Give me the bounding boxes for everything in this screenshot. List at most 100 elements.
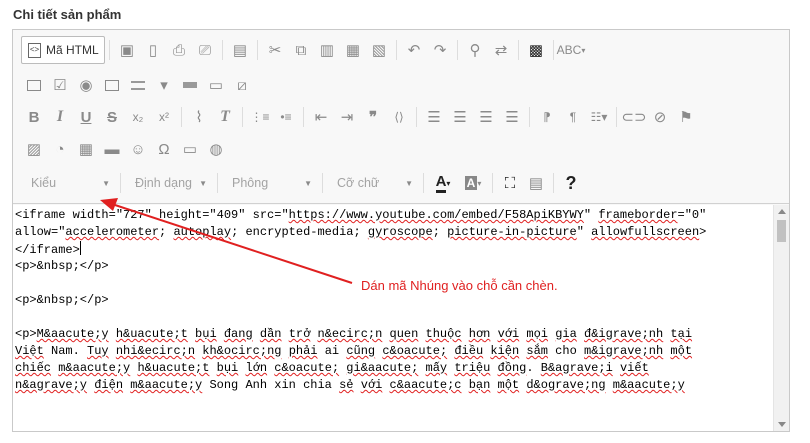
toolbar-separator bbox=[222, 40, 223, 60]
code-line[interactable] bbox=[15, 309, 771, 326]
special-char-icon[interactable]: Ω bbox=[151, 137, 177, 161]
bulleted-list-icon[interactable]: •≡ bbox=[273, 105, 299, 129]
align-justify-icon[interactable]: ☰ bbox=[499, 105, 525, 129]
align-right-icon[interactable]: ☰ bbox=[473, 105, 499, 129]
text-field-icon[interactable] bbox=[99, 73, 125, 97]
misspelled-token: https://www.youtube.com/embed/F58ApiKBYW… bbox=[288, 208, 584, 222]
image-icon[interactable]: ▨ bbox=[21, 137, 47, 161]
code-line[interactable]: allow="accelerometer; autoplay; encrypte… bbox=[15, 224, 771, 241]
hidden-field-icon[interactable]: ⧄ bbox=[229, 73, 255, 97]
text-color-icon[interactable]: A ▾ bbox=[428, 171, 458, 195]
undo-icon[interactable]: ↶ bbox=[401, 38, 427, 62]
font-combo[interactable]: Phông ▼ bbox=[222, 171, 318, 195]
font-size-combo[interactable]: Cỡ chữ ▼ bbox=[327, 171, 419, 195]
paste-word-icon[interactable]: ▧ bbox=[366, 38, 392, 62]
code-line[interactable]: <p>&nbsp;</p> bbox=[15, 258, 771, 275]
iframe-globe-icon[interactable]: ◍ bbox=[203, 137, 229, 161]
bold-icon[interactable]: B bbox=[21, 105, 47, 129]
superscript-icon[interactable]: x² bbox=[151, 105, 177, 129]
help-icon[interactable]: ? bbox=[558, 171, 584, 195]
code-line[interactable]: </iframe> bbox=[15, 241, 771, 258]
misspelled-token: trở bbox=[288, 327, 311, 341]
spellcheck-icon[interactable]: ABC ▾ bbox=[557, 38, 586, 62]
div-container-icon[interactable]: ⟨⟩ bbox=[386, 105, 412, 129]
unlink-icon[interactable]: ⊘ bbox=[647, 105, 673, 129]
radio-icon[interactable]: ◉ bbox=[73, 73, 99, 97]
ltr-icon[interactable]: ⁋ bbox=[534, 105, 560, 129]
form-icon[interactable] bbox=[21, 73, 47, 97]
misspelled-token: c&oacute; bbox=[274, 361, 340, 375]
flash-icon[interactable]: ◔ bbox=[47, 137, 73, 161]
source-code-area[interactable]: <iframe width="727" height="409" src="ht… bbox=[13, 205, 773, 431]
scroll-thumb[interactable] bbox=[777, 220, 786, 242]
rtl-icon[interactable]: ¶ bbox=[560, 105, 586, 129]
misspelled-token: đồng bbox=[497, 361, 527, 375]
copy-format-icon[interactable]: ⌇ bbox=[186, 105, 212, 129]
preview-icon[interactable]: ⎙ bbox=[166, 38, 192, 62]
paste-icon[interactable]: ▥ bbox=[314, 38, 340, 62]
code-line[interactable]: <iframe width="727" height="409" src="ht… bbox=[15, 207, 771, 224]
align-center-icon[interactable]: ☰ bbox=[447, 105, 473, 129]
blockquote-icon[interactable]: ❞ bbox=[360, 105, 386, 129]
replace-icon[interactable]: ⇄ bbox=[488, 38, 514, 62]
language-icon[interactable]: ☷▾ bbox=[586, 105, 612, 129]
format-combo[interactable]: Định dạng ▼ bbox=[125, 171, 213, 195]
misspelled-token: đang bbox=[223, 327, 253, 341]
bg-color-icon[interactable]: A ▾ bbox=[458, 171, 488, 195]
vertical-scrollbar[interactable] bbox=[773, 205, 789, 431]
numbered-list-icon[interactable]: ⋮≡ bbox=[247, 105, 273, 129]
code-line[interactable]: n&agrave;y điện m&aacute;y Song Anh xin … bbox=[15, 377, 771, 394]
code-token: <p>&nbsp;</p> bbox=[15, 293, 109, 307]
horizontal-line-icon[interactable]: ▬ bbox=[99, 137, 125, 161]
code-line[interactable]: <p>M&aacute;y h&uacute;t bụi đang dần tr… bbox=[15, 326, 771, 343]
table-icon[interactable]: ▦ bbox=[73, 137, 99, 161]
show-blocks-icon[interactable]: ▤ bbox=[523, 171, 549, 195]
indent-icon[interactable]: ⇥ bbox=[334, 105, 360, 129]
paste-text-icon[interactable]: ▦ bbox=[340, 38, 366, 62]
style-combo[interactable]: Kiểu ▼ bbox=[21, 171, 116, 195]
button-field-icon[interactable] bbox=[177, 73, 203, 97]
toolbar-separator bbox=[396, 40, 397, 60]
page-break-icon[interactable]: ▭ bbox=[177, 137, 203, 161]
select-all-icon[interactable]: ▩ bbox=[523, 38, 549, 62]
maximize-icon[interactable]: ⛶ bbox=[497, 171, 523, 195]
chevron-down-icon: ▼ bbox=[199, 178, 207, 188]
source-html-button[interactable]: <> Mã HTML bbox=[21, 36, 105, 64]
code-token: . bbox=[526, 361, 541, 375]
section-title: Chi tiết sản phẩm bbox=[13, 7, 122, 22]
new-page-icon[interactable]: ▯ bbox=[140, 38, 166, 62]
image-button-icon[interactable]: ▭ bbox=[203, 73, 229, 97]
code-line[interactable]: <p>&nbsp;</p> bbox=[15, 292, 771, 309]
scroll-up-arrow-icon[interactable] bbox=[778, 209, 786, 214]
outdent-icon[interactable]: ⇤ bbox=[308, 105, 334, 129]
save-icon[interactable]: ▣ bbox=[114, 38, 140, 62]
remove-format-icon[interactable]: T bbox=[212, 105, 238, 129]
textarea-icon[interactable] bbox=[125, 73, 151, 97]
copy-icon[interactable]: ⧉ bbox=[288, 38, 314, 62]
toolbar-separator bbox=[416, 107, 417, 127]
select-field-icon[interactable]: ▾ bbox=[151, 73, 177, 97]
strikethrough-icon[interactable]: S bbox=[99, 105, 125, 129]
templates-icon[interactable]: ▤ bbox=[227, 38, 253, 62]
scroll-down-arrow-icon[interactable] bbox=[778, 422, 786, 427]
find-icon[interactable]: ⚲ bbox=[462, 38, 488, 62]
print-icon[interactable]: ⎚ bbox=[192, 38, 218, 62]
checkbox-icon[interactable]: ☑ bbox=[47, 73, 73, 97]
cut-icon[interactable]: ✂ bbox=[262, 38, 288, 62]
misspelled-token: gi&aacute; bbox=[346, 361, 419, 375]
code-line[interactable]: Việt Nam. Tuy nhi&ecirc;n kh&ocirc;ng ph… bbox=[15, 343, 771, 360]
code-line[interactable]: chiếc m&aacute;y h&uacute;t bụi lớn c&oa… bbox=[15, 360, 771, 377]
align-left-icon[interactable]: ☰ bbox=[421, 105, 447, 129]
italic-icon[interactable]: I bbox=[47, 105, 73, 129]
subscript-icon[interactable]: x₂ bbox=[125, 105, 151, 129]
source-code-text[interactable]: <iframe width="727" height="409" src="ht… bbox=[15, 207, 771, 394]
smiley-icon[interactable]: ☺ bbox=[125, 137, 151, 161]
annotation-note: Dán mã Nhúng vào chỗ cần chèn. bbox=[361, 278, 558, 293]
link-icon[interactable]: ⊂⊃ bbox=[621, 105, 647, 129]
anchor-flag-icon[interactable]: ⚑ bbox=[673, 105, 699, 129]
redo-icon[interactable]: ↷ bbox=[427, 38, 453, 62]
underline-icon[interactable]: U bbox=[73, 105, 99, 129]
